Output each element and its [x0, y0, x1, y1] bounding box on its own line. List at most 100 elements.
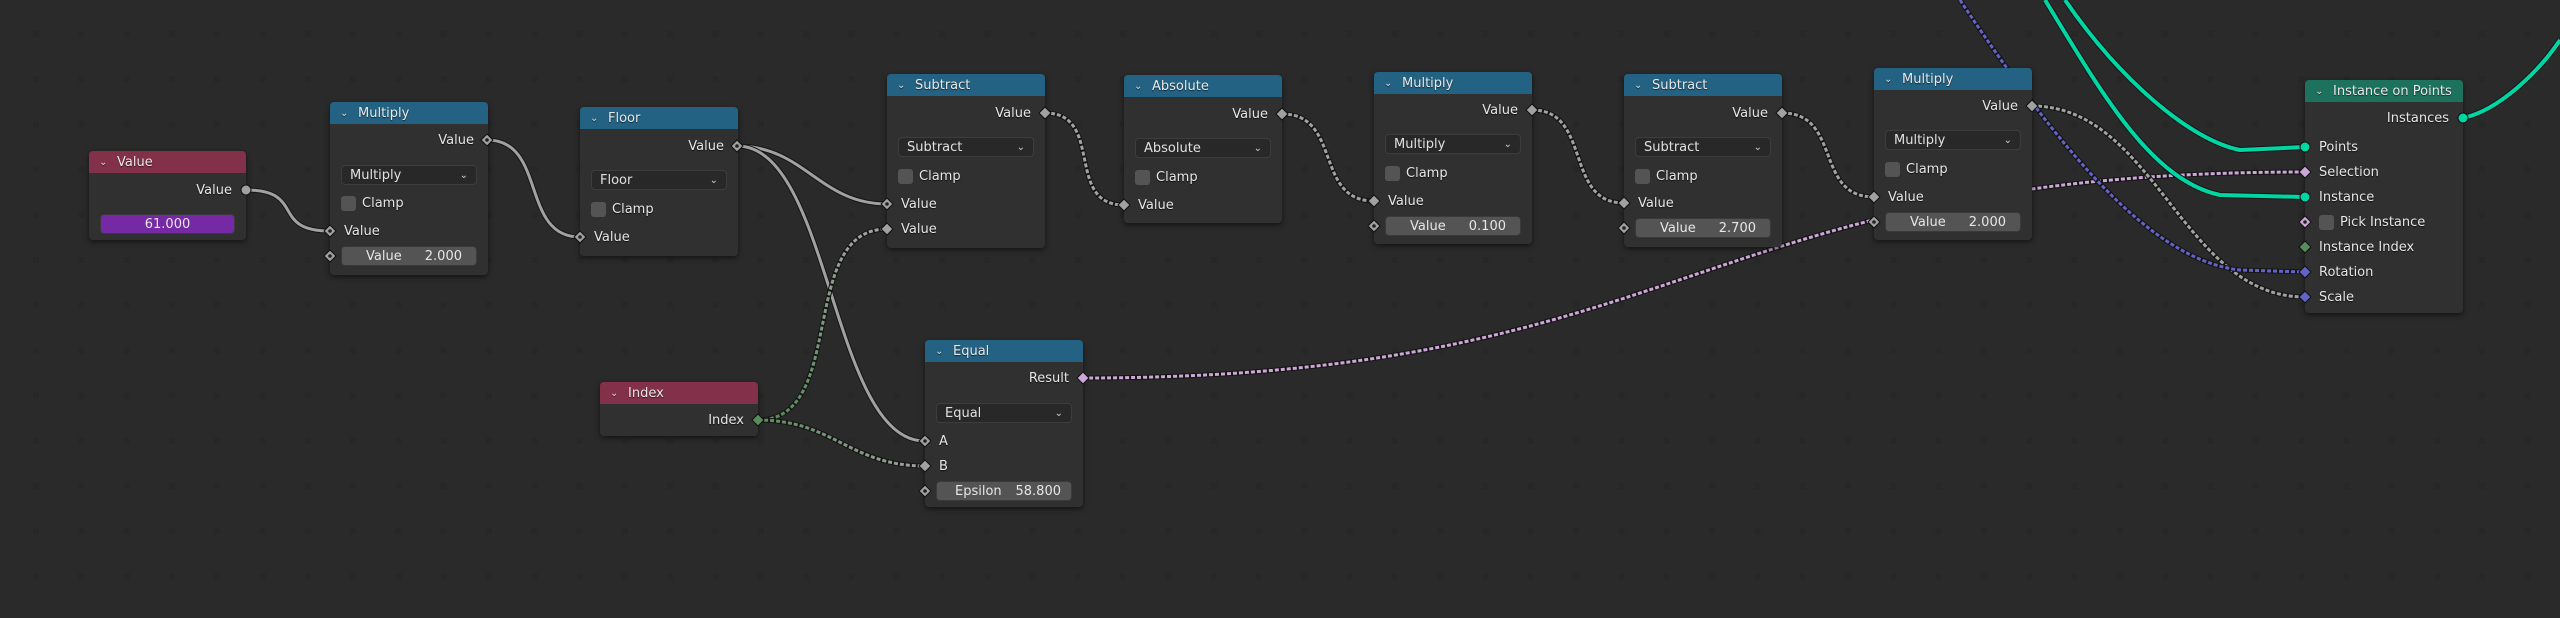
node-subtract-2[interactable]: ⌄ Subtract Value Subtract ⌄ Clamp Value … — [1624, 74, 1782, 247]
collapse-chevron-icon[interactable]: ⌄ — [1634, 80, 1646, 91]
grid-dot — [531, 76, 538, 83]
value-field[interactable]: Value 2.000 — [341, 246, 477, 266]
operation-dropdown[interactable]: Subtract ⌄ — [1635, 137, 1771, 157]
clamp-checkbox-row[interactable]: Clamp — [341, 194, 404, 212]
collapse-chevron-icon[interactable]: ⌄ — [2315, 86, 2327, 97]
node-header[interactable]: ⌄ Index — [600, 382, 758, 404]
grid-dot — [1392, 31, 1398, 37]
grid-dot — [712, 76, 719, 83]
grid-dot — [1437, 31, 1444, 37]
operation-dropdown[interactable]: Absolute ⌄ — [1135, 138, 1271, 158]
node-header[interactable]: ⌄ Instance on Points — [2305, 80, 2463, 102]
grid-dot — [1120, 437, 1127, 444]
node-header[interactable]: ⌄ Multiply — [1874, 68, 2032, 90]
epsilon-field[interactable]: Epsilon 58.800 — [936, 481, 1072, 501]
grid-dot — [2162, 76, 2169, 83]
grid-dot — [350, 528, 357, 535]
grid-dot — [304, 347, 311, 354]
grid-dot — [621, 483, 628, 489]
grid-dot — [2388, 31, 2395, 37]
clamp-checkbox-row[interactable]: Clamp — [1635, 167, 1698, 185]
node-value[interactable]: ⌄ Value Value 61.000 — [89, 151, 246, 240]
input-points-label: Points — [2319, 139, 2359, 155]
operation-dropdown[interactable]: Multiply ⌄ — [1385, 134, 1521, 154]
grid-dot — [214, 121, 221, 128]
collapse-chevron-icon[interactable]: ⌄ — [590, 113, 602, 124]
clamp-checkbox[interactable] — [591, 201, 606, 217]
node-header[interactable]: ⌄ Absolute — [1124, 75, 1282, 97]
node-absolute[interactable]: ⌄ Absolute Value Absolute ⌄ Clamp Value — [1124, 75, 1282, 223]
node-header[interactable]: ⌄ Multiply — [330, 102, 488, 124]
pick-instance-checkbox[interactable] — [2319, 214, 2334, 230]
collapse-chevron-icon[interactable]: ⌄ — [340, 108, 352, 119]
grid-dot — [1799, 483, 1806, 489]
node-multiply-3[interactable]: ⌄ Multiply Value Multiply ⌄ Clamp Value … — [1874, 68, 2032, 240]
operation-dropdown[interactable]: Multiply ⌄ — [341, 165, 477, 185]
grid-dot — [757, 483, 764, 489]
operation-dropdown[interactable]: Floor ⌄ — [591, 170, 727, 190]
value-field[interactable]: Value 0.100 — [1385, 216, 1521, 236]
grid-dot — [2524, 483, 2531, 489]
node-title: Equal — [953, 343, 990, 359]
grid-dot — [1029, 302, 1036, 309]
grid-dot — [2479, 166, 2486, 173]
operation-dropdown[interactable]: Multiply ⌄ — [1885, 130, 2021, 150]
clamp-checkbox[interactable] — [1135, 169, 1150, 185]
grid-dot — [1437, 257, 1444, 263]
operation-dropdown[interactable]: Subtract ⌄ — [898, 137, 1034, 157]
node-title: Index — [628, 385, 664, 401]
grid-dot — [486, 483, 492, 489]
grid-dot — [259, 392, 266, 399]
clamp-checkbox-row[interactable]: Clamp — [898, 167, 961, 185]
clamp-checkbox-row[interactable]: Clamp — [1385, 164, 1448, 182]
clamp-checkbox-row[interactable]: Clamp — [1135, 168, 1198, 186]
value-field[interactable]: 61.000 — [100, 214, 235, 234]
node-equal[interactable]: ⌄ Equal Result Equal ⌄ A B Epsilon 58.80… — [925, 340, 1083, 507]
grid-dot — [621, 347, 628, 354]
node-instance-on-points[interactable]: ⌄ Instance on Points Instances Points Se… — [2305, 80, 2463, 313]
node-header[interactable]: ⌄ Value — [89, 151, 246, 173]
grid-dot — [939, 257, 945, 263]
grid-dot — [2116, 573, 2123, 580]
grid-dot — [2071, 483, 2078, 489]
node-header[interactable]: ⌄ Floor — [580, 107, 738, 129]
node-index[interactable]: ⌄ Index Index — [600, 382, 758, 436]
node-multiply-1[interactable]: ⌄ Multiply Value Multiply ⌄ Clamp Value … — [330, 102, 488, 275]
node-multiply-2[interactable]: ⌄ Multiply Value Multiply ⌄ Clamp Value … — [1374, 72, 1532, 244]
grid-dot — [803, 347, 810, 354]
grid-dot — [621, 76, 628, 83]
node-header[interactable]: ⌄ Equal — [925, 340, 1083, 362]
node-floor[interactable]: ⌄ Floor Value Floor ⌄ Clamp Value — [580, 107, 738, 256]
clamp-checkbox[interactable] — [1635, 168, 1650, 184]
clamp-checkbox[interactable] — [1885, 161, 1900, 177]
grid-dot — [2116, 528, 2123, 535]
pick-instance-row[interactable]: Pick Instance — [2305, 212, 2463, 232]
value-field[interactable]: Value 2.000 — [1885, 212, 2021, 232]
grid-dot — [1754, 483, 1761, 489]
output-label: Value — [688, 138, 724, 154]
grid-dot — [2524, 31, 2531, 37]
grid-dot — [893, 483, 900, 489]
node-subtract-1[interactable]: ⌄ Subtract Value Subtract ⌄ Clamp Value … — [887, 74, 1045, 248]
grid-dot — [1573, 573, 1580, 580]
value-field[interactable]: Value 2.700 — [1635, 218, 1771, 238]
collapse-chevron-icon[interactable]: ⌄ — [897, 80, 909, 91]
grid-dot — [2071, 76, 2078, 83]
collapse-chevron-icon[interactable]: ⌄ — [99, 157, 111, 168]
grid-dot — [1935, 437, 1942, 444]
node-header[interactable]: ⌄ Multiply — [1374, 72, 1532, 94]
clamp-checkbox[interactable] — [1385, 165, 1400, 181]
node-header[interactable]: ⌄ Subtract — [887, 74, 1045, 96]
collapse-chevron-icon[interactable]: ⌄ — [1134, 81, 1146, 92]
clamp-checkbox-row[interactable]: Clamp — [591, 200, 654, 218]
clamp-checkbox-row[interactable]: Clamp — [1885, 160, 1948, 178]
clamp-checkbox[interactable] — [341, 195, 356, 211]
node-header[interactable]: ⌄ Subtract — [1624, 74, 1782, 96]
collapse-chevron-icon[interactable]: ⌄ — [1384, 78, 1396, 89]
collapse-chevron-icon[interactable]: ⌄ — [935, 346, 947, 357]
collapse-chevron-icon[interactable]: ⌄ — [610, 388, 622, 399]
collapse-chevron-icon[interactable]: ⌄ — [1884, 74, 1896, 85]
operation-dropdown[interactable]: Equal ⌄ — [936, 403, 1072, 423]
clamp-checkbox[interactable] — [898, 168, 913, 184]
grid-dot — [621, 257, 628, 263]
